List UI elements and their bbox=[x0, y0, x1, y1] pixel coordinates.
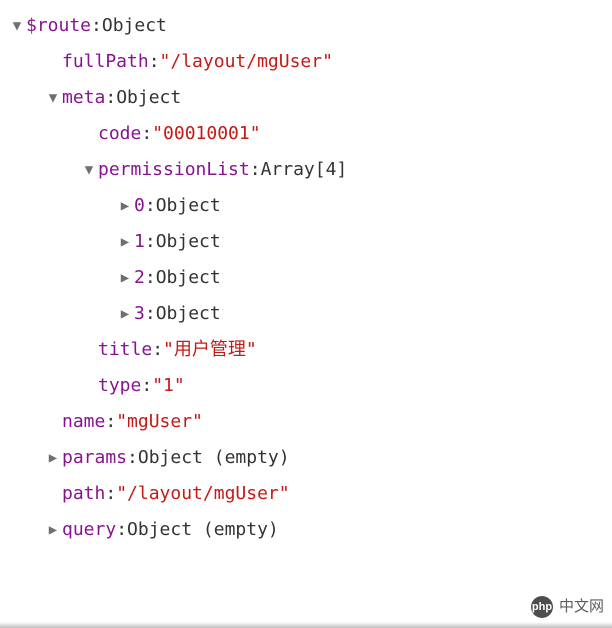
colon: : bbox=[152, 332, 163, 368]
tree-row[interactable]: ▼ permissionList: Array[4] bbox=[4, 152, 608, 188]
tree-row[interactable]: ▶ name: "mgUser" bbox=[4, 404, 608, 440]
arrow-right-icon[interactable]: ▶ bbox=[44, 516, 62, 544]
property-key: permissionList bbox=[98, 152, 250, 188]
colon: : bbox=[145, 188, 156, 224]
property-key: 1 bbox=[134, 224, 145, 260]
tree-row[interactable]: ▶ 1: Object bbox=[4, 224, 608, 260]
tree-row[interactable]: ▶ 0: Object bbox=[4, 188, 608, 224]
property-value-string: "/layout/mgUser" bbox=[116, 476, 289, 512]
tree-row[interactable]: ▶ query: Object (empty) bbox=[4, 512, 608, 548]
bottom-shadow bbox=[0, 622, 612, 628]
colon: : bbox=[141, 368, 152, 404]
tree-row[interactable]: ▶ code: "00010001" bbox=[4, 116, 608, 152]
tree-row[interactable]: ▶ 3: Object bbox=[4, 296, 608, 332]
property-value-type: Object (empty) bbox=[138, 440, 290, 476]
property-value-type: Object bbox=[156, 188, 221, 224]
property-key: 0 bbox=[134, 188, 145, 224]
property-value-type: Object (empty) bbox=[127, 512, 279, 548]
colon: : bbox=[105, 404, 116, 440]
arrow-right-icon[interactable]: ▶ bbox=[44, 444, 62, 472]
property-key: $route bbox=[26, 8, 91, 44]
property-value-string: "用户管理" bbox=[163, 332, 257, 368]
property-value-string: "mgUser" bbox=[116, 404, 203, 440]
property-value-string: "/layout/mgUser" bbox=[160, 44, 333, 80]
tree-row[interactable]: ▶ path: "/layout/mgUser" bbox=[4, 476, 608, 512]
arrow-right-icon[interactable]: ▶ bbox=[116, 228, 134, 256]
property-value-type: Array[4] bbox=[261, 152, 348, 188]
property-value-type: Object bbox=[156, 260, 221, 296]
tree-row[interactable]: ▶ 2: Object bbox=[4, 260, 608, 296]
property-value-type: Object bbox=[116, 80, 181, 116]
colon: : bbox=[105, 80, 116, 116]
watermark-text: 中文网 bbox=[559, 592, 604, 622]
property-key: code bbox=[98, 116, 141, 152]
property-key: type bbox=[98, 368, 141, 404]
tree-row[interactable]: ▶ title: "用户管理" bbox=[4, 332, 608, 368]
arrow-right-icon[interactable]: ▶ bbox=[116, 192, 134, 220]
property-key: path bbox=[62, 476, 105, 512]
colon: : bbox=[250, 152, 261, 188]
property-key: 3 bbox=[134, 296, 145, 332]
property-value-type: Object bbox=[156, 224, 221, 260]
colon: : bbox=[105, 476, 116, 512]
watermark: php 中文网 bbox=[531, 592, 604, 622]
watermark-logo: php bbox=[531, 596, 553, 618]
colon: : bbox=[145, 260, 156, 296]
colon: : bbox=[145, 296, 156, 332]
colon: : bbox=[127, 440, 138, 476]
tree-row[interactable]: ▼ $route: Object bbox=[4, 8, 608, 44]
property-value-string: "00010001" bbox=[152, 116, 260, 152]
arrow-right-icon[interactable]: ▶ bbox=[116, 264, 134, 292]
tree-row[interactable]: ▼ meta: Object bbox=[4, 80, 608, 116]
tree-row[interactable]: ▶ type: "1" bbox=[4, 368, 608, 404]
object-tree: ▼ $route: Object▶ fullPath: "/layout/mgU… bbox=[4, 8, 608, 548]
property-key: title bbox=[98, 332, 152, 368]
arrow-down-icon[interactable]: ▼ bbox=[80, 156, 98, 184]
property-key: meta bbox=[62, 80, 105, 116]
colon: : bbox=[141, 116, 152, 152]
colon: : bbox=[145, 224, 156, 260]
arrow-down-icon[interactable]: ▼ bbox=[8, 12, 26, 40]
colon: : bbox=[116, 512, 127, 548]
colon: : bbox=[149, 44, 160, 80]
colon: : bbox=[91, 8, 102, 44]
property-value-string: "1" bbox=[152, 368, 185, 404]
arrow-right-icon[interactable]: ▶ bbox=[116, 300, 134, 328]
tree-row[interactable]: ▶ fullPath: "/layout/mgUser" bbox=[4, 44, 608, 80]
property-key: name bbox=[62, 404, 105, 440]
property-key: params bbox=[62, 440, 127, 476]
property-value-type: Object bbox=[102, 8, 167, 44]
property-key: 2 bbox=[134, 260, 145, 296]
property-value-type: Object bbox=[156, 296, 221, 332]
tree-row[interactable]: ▶ params: Object (empty) bbox=[4, 440, 608, 476]
arrow-down-icon[interactable]: ▼ bbox=[44, 84, 62, 112]
property-key: fullPath bbox=[62, 44, 149, 80]
property-key: query bbox=[62, 512, 116, 548]
